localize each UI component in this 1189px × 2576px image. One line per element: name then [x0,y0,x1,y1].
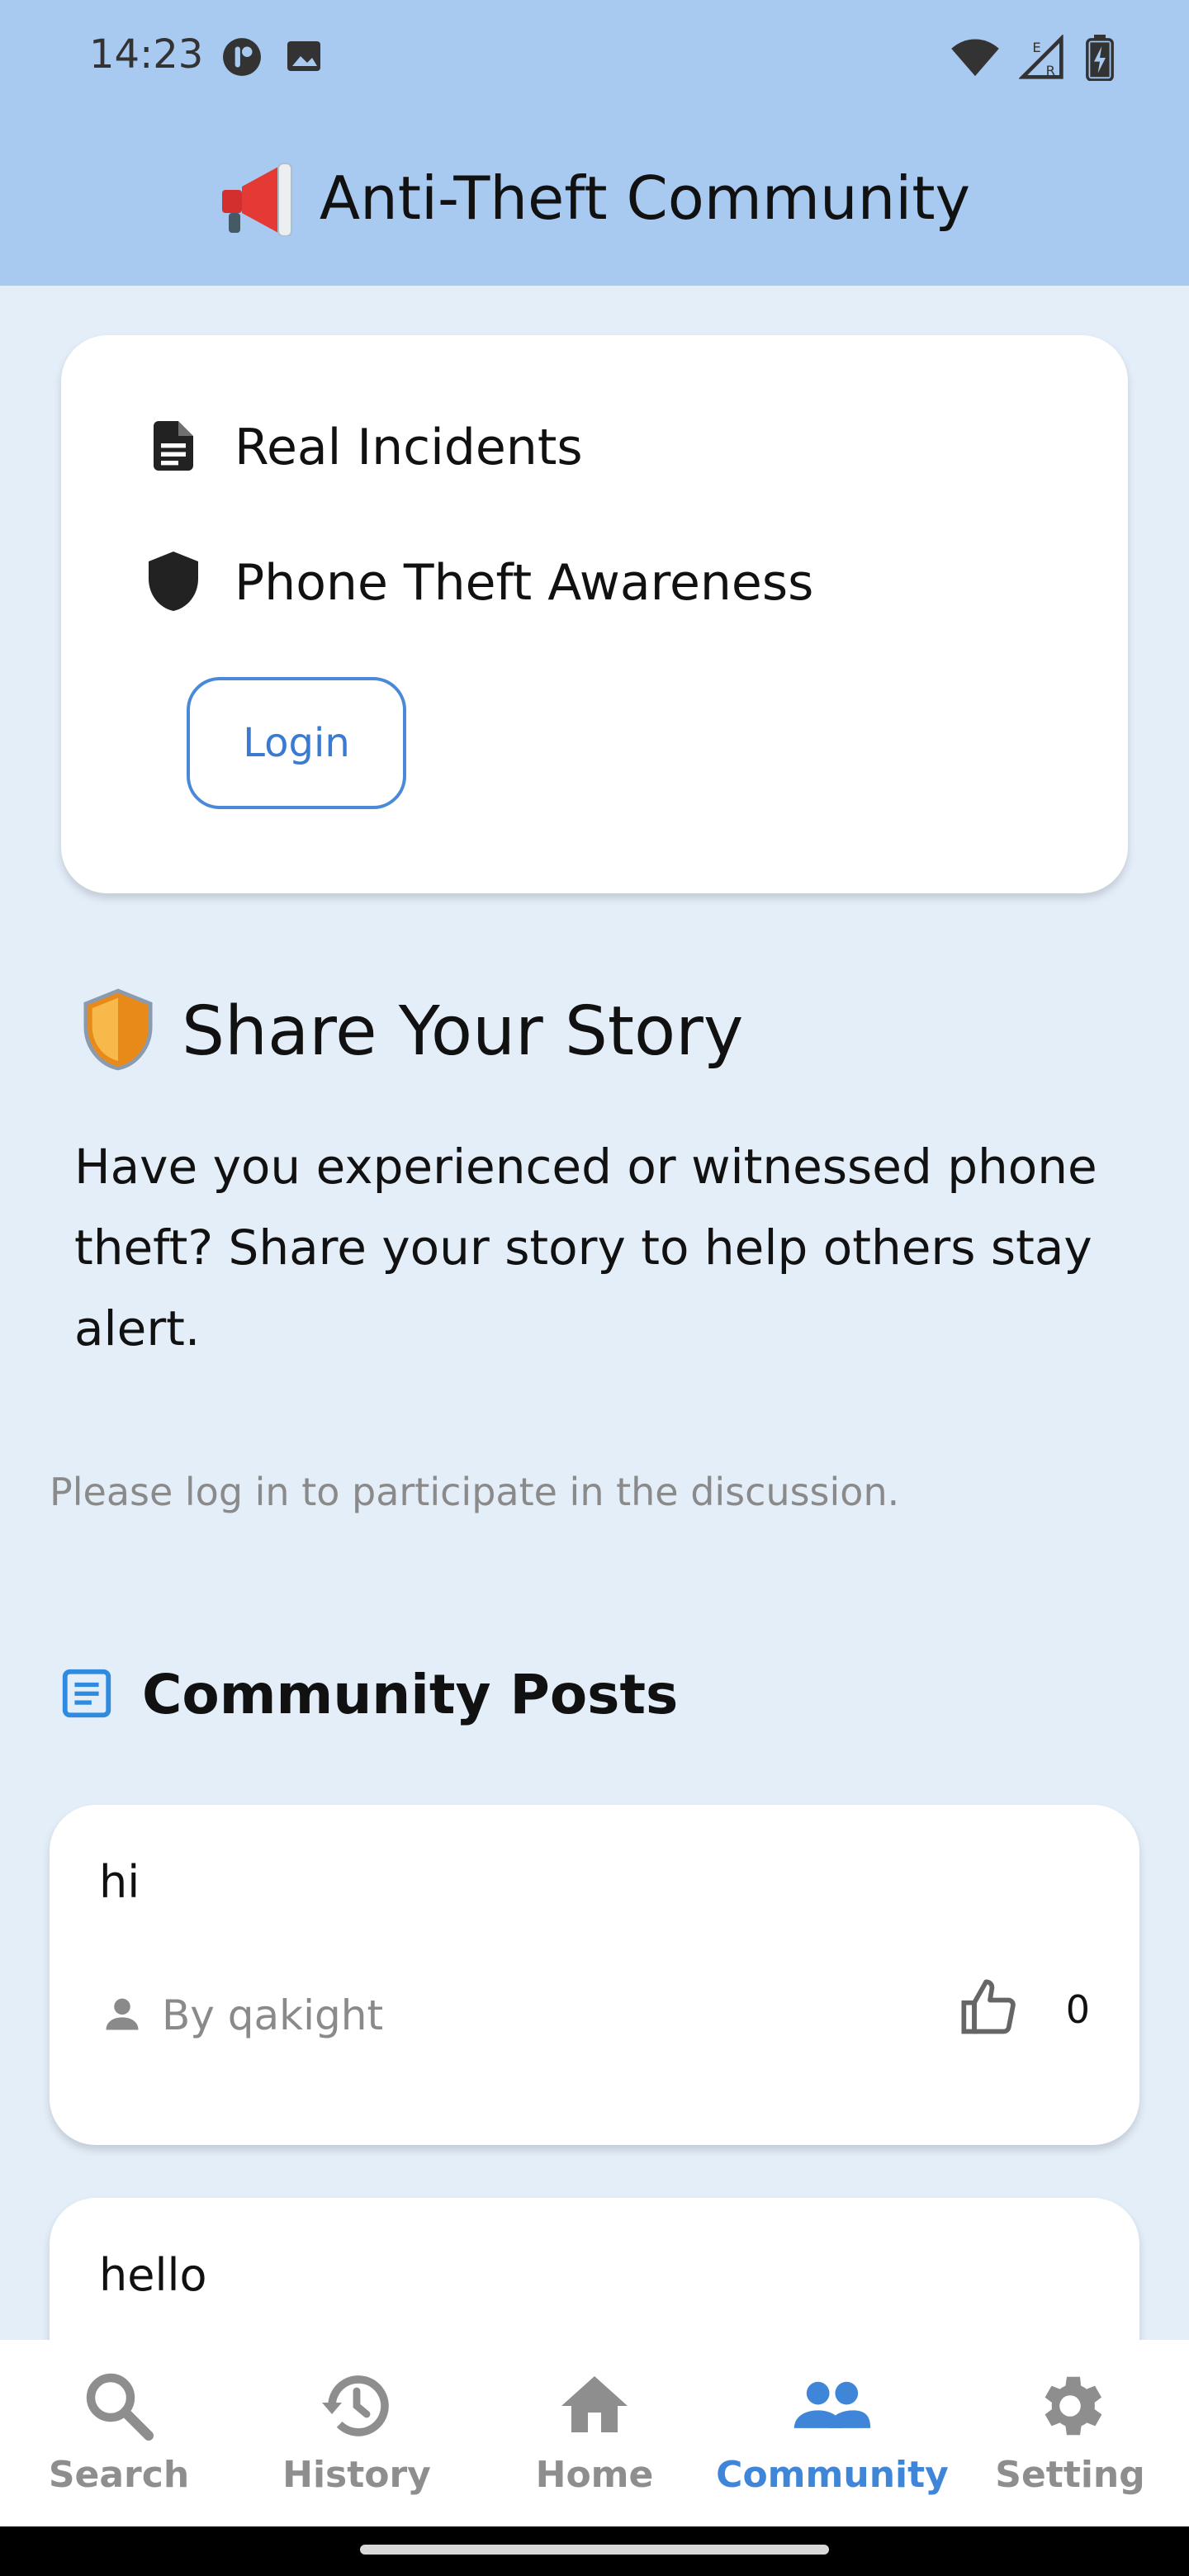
share-heading: Share Your Story [182,992,744,1071]
megaphone-icon [219,157,298,239]
screen: 14:23 ER Anti-Theft Community Real Incid… [0,0,1189,2576]
history-icon [317,2366,396,2449]
post-title: hello [99,2249,207,2301]
nav-label: Search [48,2454,190,2496]
status-time: 14:23 [89,31,204,78]
post-title: hi [99,1856,140,1908]
post-like: 0 [959,1977,1090,2043]
nav-item-history[interactable]: History [238,2340,476,2526]
signal-icon: ER [1018,34,1065,84]
people-icon [791,2366,874,2449]
app-title: Anti-Theft Community [319,163,971,233]
info-card: Real Incidents Phone Theft Awareness Log… [61,335,1128,893]
gear-icon [1030,2366,1110,2449]
shield-icon [144,548,203,618]
nav-label: History [282,2454,431,2496]
nav-item-community[interactable]: Community [713,2340,951,2526]
login-button[interactable]: Login [187,677,406,809]
nav-label: Home [535,2454,654,2496]
battery-charging-icon [1083,35,1116,84]
wifi-icon [950,37,1001,82]
share-description: Have you experienced or witnessed phone … [74,1139,1097,1357]
info-item-label: Phone Theft Awareness [234,554,814,612]
nav-item-home[interactable]: Home [476,2340,713,2526]
post-author: By qakight [101,1991,383,2039]
home-icon [555,2366,634,2449]
bottom-navigation: Search History Home Community Setting [0,2340,1189,2526]
share-section-heading: Share Your Story [79,987,743,1075]
community-posts-heading: Community Posts [58,1663,678,1726]
shield-icon [79,987,157,1075]
svg-text:R: R [1046,63,1055,78]
article-icon [58,1664,116,1726]
nav-item-search[interactable]: Search [0,2340,238,2526]
info-item-phone-theft-awareness: Phone Theft Awareness [144,548,813,618]
app-header: 14:23 ER Anti-Theft Community [0,0,1189,286]
like-count: 0 [1065,1987,1090,2032]
nav-label: Setting [995,2454,1145,2496]
nav-label: Community [716,2454,949,2496]
thumb-up-icon[interactable] [959,1977,1021,2043]
system-gesture-bar [0,2526,1189,2576]
image-icon [284,36,324,81]
nav-item-setting[interactable]: Setting [951,2340,1189,2526]
person-icon [101,1992,144,2039]
posts-heading: Community Posts [142,1663,679,1726]
status-bar: 14:23 ER [0,0,1189,116]
post-author-name: By qakight [162,1991,384,2039]
home-gesture-handle[interactable] [360,2545,829,2555]
svg-text:E: E [1032,40,1040,55]
post-card[interactable]: hi By qakight 0 [50,1805,1139,2145]
login-required-note: Please log in to participate in the disc… [50,1470,900,1514]
info-item-real-incidents: Real Incidents [144,416,583,479]
info-item-label: Real Incidents [234,419,583,476]
document-icon [144,416,203,479]
search-icon [79,2366,159,2449]
app-notification-icon [221,36,263,81]
